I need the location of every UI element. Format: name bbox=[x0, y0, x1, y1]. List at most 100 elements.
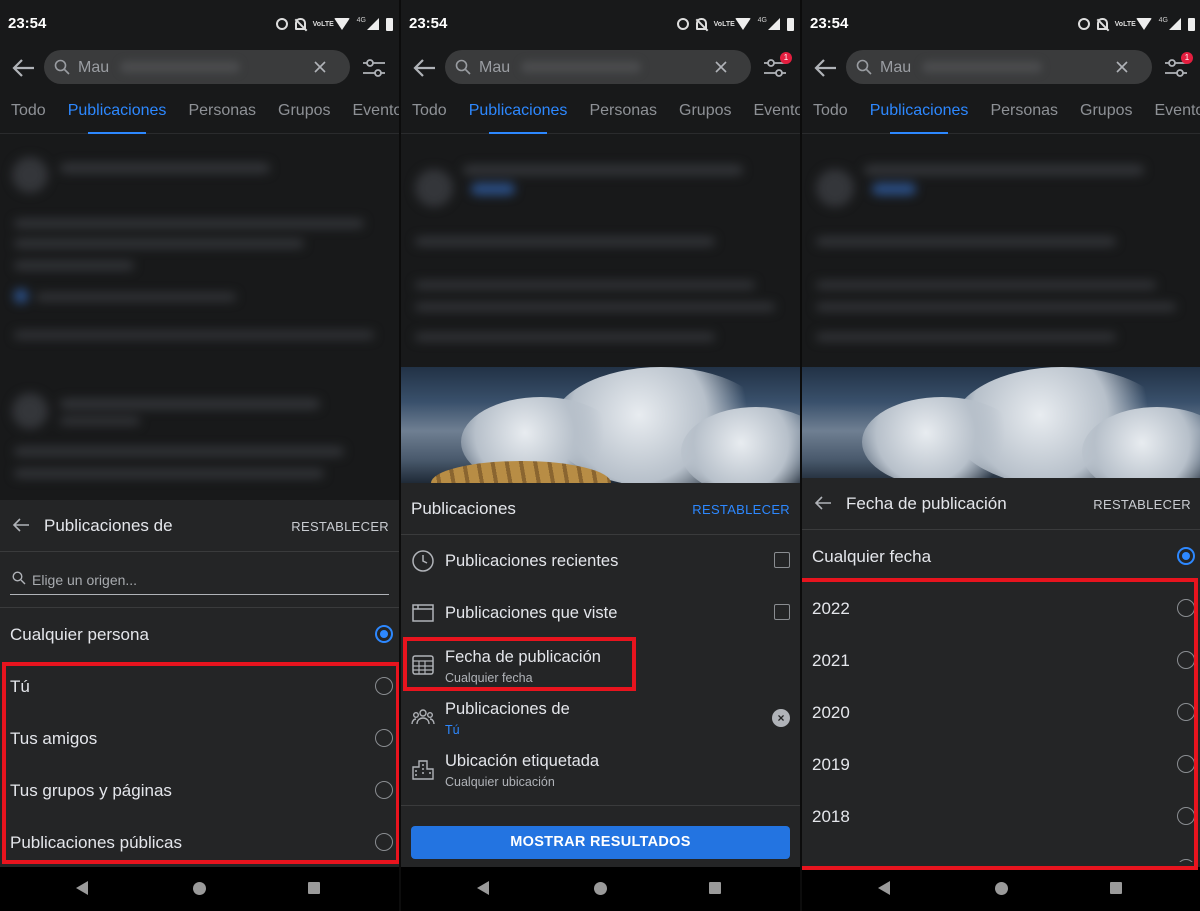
signal-icon bbox=[1169, 18, 1181, 30]
search-input[interactable]: Mau bbox=[846, 50, 1152, 84]
clear-filter-icon[interactable]: × bbox=[772, 709, 790, 727]
radio-button[interactable] bbox=[1177, 807, 1195, 825]
option-row[interactable]: 2017 bbox=[802, 842, 1200, 862]
source-search-input[interactable]: Elige un origen... bbox=[0, 552, 399, 608]
nav-home-icon[interactable] bbox=[594, 882, 607, 895]
tab-todo[interactable]: Todo bbox=[412, 98, 447, 134]
radio-selected[interactable] bbox=[375, 625, 393, 643]
screen-filter-source: 23:54 VoLTE 4G Mau Todo Publicaciones Pe… bbox=[0, 0, 399, 911]
option-label: Tus amigos bbox=[10, 729, 98, 748]
search-input[interactable]: Mau bbox=[445, 50, 751, 84]
muted-bell-icon bbox=[1096, 18, 1108, 30]
option-label: 2021 bbox=[812, 651, 850, 670]
tab-publicaciones[interactable]: Publicaciones bbox=[68, 98, 166, 134]
radio-button[interactable] bbox=[1177, 651, 1195, 669]
screen-filter-overview: 23:54 VoLTE 4G Mau 1 Todo Publicaciones … bbox=[401, 0, 800, 911]
filter-label: Publicaciones que viste bbox=[445, 604, 618, 622]
radio-button[interactable] bbox=[1177, 755, 1195, 773]
option-row[interactable]: Tus grupos y páginas bbox=[0, 764, 399, 816]
tab-todo[interactable]: Todo bbox=[11, 98, 46, 134]
battery-icon bbox=[386, 17, 393, 31]
tab-personas[interactable]: Personas bbox=[990, 98, 1058, 134]
option-row[interactable]: Publicaciones públicas bbox=[0, 816, 399, 868]
search-icon bbox=[12, 571, 26, 585]
result-tabs: Todo Publicaciones Personas Grupos Event… bbox=[0, 98, 399, 134]
option-row[interactable]: 2020 bbox=[802, 686, 1200, 738]
radio-button[interactable] bbox=[375, 833, 393, 851]
tab-grupos[interactable]: Grupos bbox=[278, 98, 330, 134]
filter-label: Ubicación etiquetada bbox=[445, 752, 600, 770]
filter-row-location[interactable]: Ubicación etiquetada Cualquier ubicación bbox=[401, 743, 800, 795]
tab-eventos[interactable]: Eventos bbox=[1155, 98, 1200, 134]
radio-selected[interactable] bbox=[1177, 547, 1195, 565]
search-icon bbox=[54, 59, 70, 75]
tab-publicaciones[interactable]: Publicaciones bbox=[870, 98, 968, 134]
search-query: Mau bbox=[479, 59, 511, 76]
tab-grupos[interactable]: Grupos bbox=[1080, 98, 1132, 134]
tab-eventos[interactable]: Eventos bbox=[353, 98, 400, 134]
checkbox[interactable] bbox=[774, 604, 790, 620]
tab-personas[interactable]: Personas bbox=[188, 98, 256, 134]
back-arrow-icon[interactable] bbox=[814, 494, 832, 512]
radio-button[interactable] bbox=[1177, 599, 1195, 617]
tab-grupos[interactable]: Grupos bbox=[679, 98, 731, 134]
alarm-icon bbox=[275, 18, 288, 30]
search-input[interactable]: Mau bbox=[44, 50, 350, 84]
nav-home-icon[interactable] bbox=[193, 882, 206, 895]
filter-count-badge: 1 bbox=[1181, 52, 1193, 64]
option-row[interactable]: 2019 bbox=[802, 738, 1200, 790]
clear-search-icon[interactable] bbox=[312, 59, 328, 75]
back-arrow-icon[interactable] bbox=[10, 56, 36, 80]
radio-button[interactable] bbox=[375, 781, 393, 799]
radio-button[interactable] bbox=[375, 729, 393, 747]
back-arrow-icon[interactable] bbox=[411, 56, 437, 80]
filter-sliders-icon[interactable] bbox=[361, 57, 387, 79]
radio-button[interactable] bbox=[1177, 859, 1195, 862]
screen-filter-date: 23:54 VoLTE 4G Mau 1 Todo Publicaciones … bbox=[802, 0, 1200, 911]
browser-window-icon bbox=[412, 604, 434, 622]
search-header: Mau bbox=[0, 48, 399, 88]
filter-row-date[interactable]: Fecha de publicación Cualquier fecha bbox=[401, 639, 800, 691]
radio-button[interactable] bbox=[1177, 703, 1195, 721]
option-row[interactable]: Tus amigos bbox=[0, 712, 399, 764]
filter-label: Publicaciones de bbox=[445, 700, 570, 718]
clear-search-icon[interactable] bbox=[1114, 59, 1130, 75]
panel-divider bbox=[800, 0, 802, 911]
option-label: 2017 bbox=[812, 859, 850, 862]
nav-recents-icon[interactable] bbox=[308, 882, 320, 894]
filter-row-seen[interactable]: Publicaciones que viste bbox=[401, 587, 800, 639]
option-row[interactable]: 2018 bbox=[802, 790, 1200, 842]
filter-count-badge: 1 bbox=[780, 52, 792, 64]
sheet-title: Fecha de publicación bbox=[846, 494, 1007, 513]
back-arrow-icon[interactable] bbox=[12, 516, 30, 534]
filter-row-recent[interactable]: Publicaciones recientes bbox=[401, 535, 800, 587]
option-row[interactable]: 2022 bbox=[802, 582, 1200, 634]
reset-button[interactable]: RESTABLECER bbox=[291, 519, 389, 534]
tab-personas[interactable]: Personas bbox=[589, 98, 657, 134]
back-arrow-icon[interactable] bbox=[812, 56, 838, 80]
filter-row-author[interactable]: Publicaciones de Tú × bbox=[401, 691, 800, 743]
sheet-header: Fecha de publicación RESTABLECER bbox=[802, 478, 1200, 530]
nav-recents-icon[interactable] bbox=[709, 882, 721, 894]
show-results-button[interactable]: MOSTRAR RESULTADOS bbox=[411, 826, 790, 859]
nav-back-icon[interactable] bbox=[76, 881, 88, 895]
reset-button[interactable]: RESTABLECER bbox=[1093, 497, 1191, 512]
tab-eventos[interactable]: Eventos bbox=[754, 98, 801, 134]
nav-back-icon[interactable] bbox=[878, 881, 890, 895]
volte-label: VoLTE bbox=[312, 20, 334, 28]
checkbox[interactable] bbox=[774, 552, 790, 568]
radio-button[interactable] bbox=[375, 677, 393, 695]
tab-todo[interactable]: Todo bbox=[813, 98, 848, 134]
clear-search-icon[interactable] bbox=[713, 59, 729, 75]
option-row[interactable]: Tú bbox=[0, 660, 399, 712]
option-label: Cualquier fecha bbox=[812, 547, 932, 566]
reset-button[interactable]: RESTABLECER bbox=[692, 502, 790, 517]
option-row[interactable]: 2021 bbox=[802, 634, 1200, 686]
tab-publicaciones[interactable]: Publicaciones bbox=[469, 98, 567, 134]
option-row[interactable]: Cualquier fecha bbox=[802, 530, 1200, 582]
nav-recents-icon[interactable] bbox=[1110, 882, 1122, 894]
search-header: Mau 1 bbox=[802, 48, 1200, 88]
nav-home-icon[interactable] bbox=[995, 882, 1008, 895]
option-row[interactable]: Cualquier persona bbox=[0, 608, 399, 660]
nav-back-icon[interactable] bbox=[477, 881, 489, 895]
